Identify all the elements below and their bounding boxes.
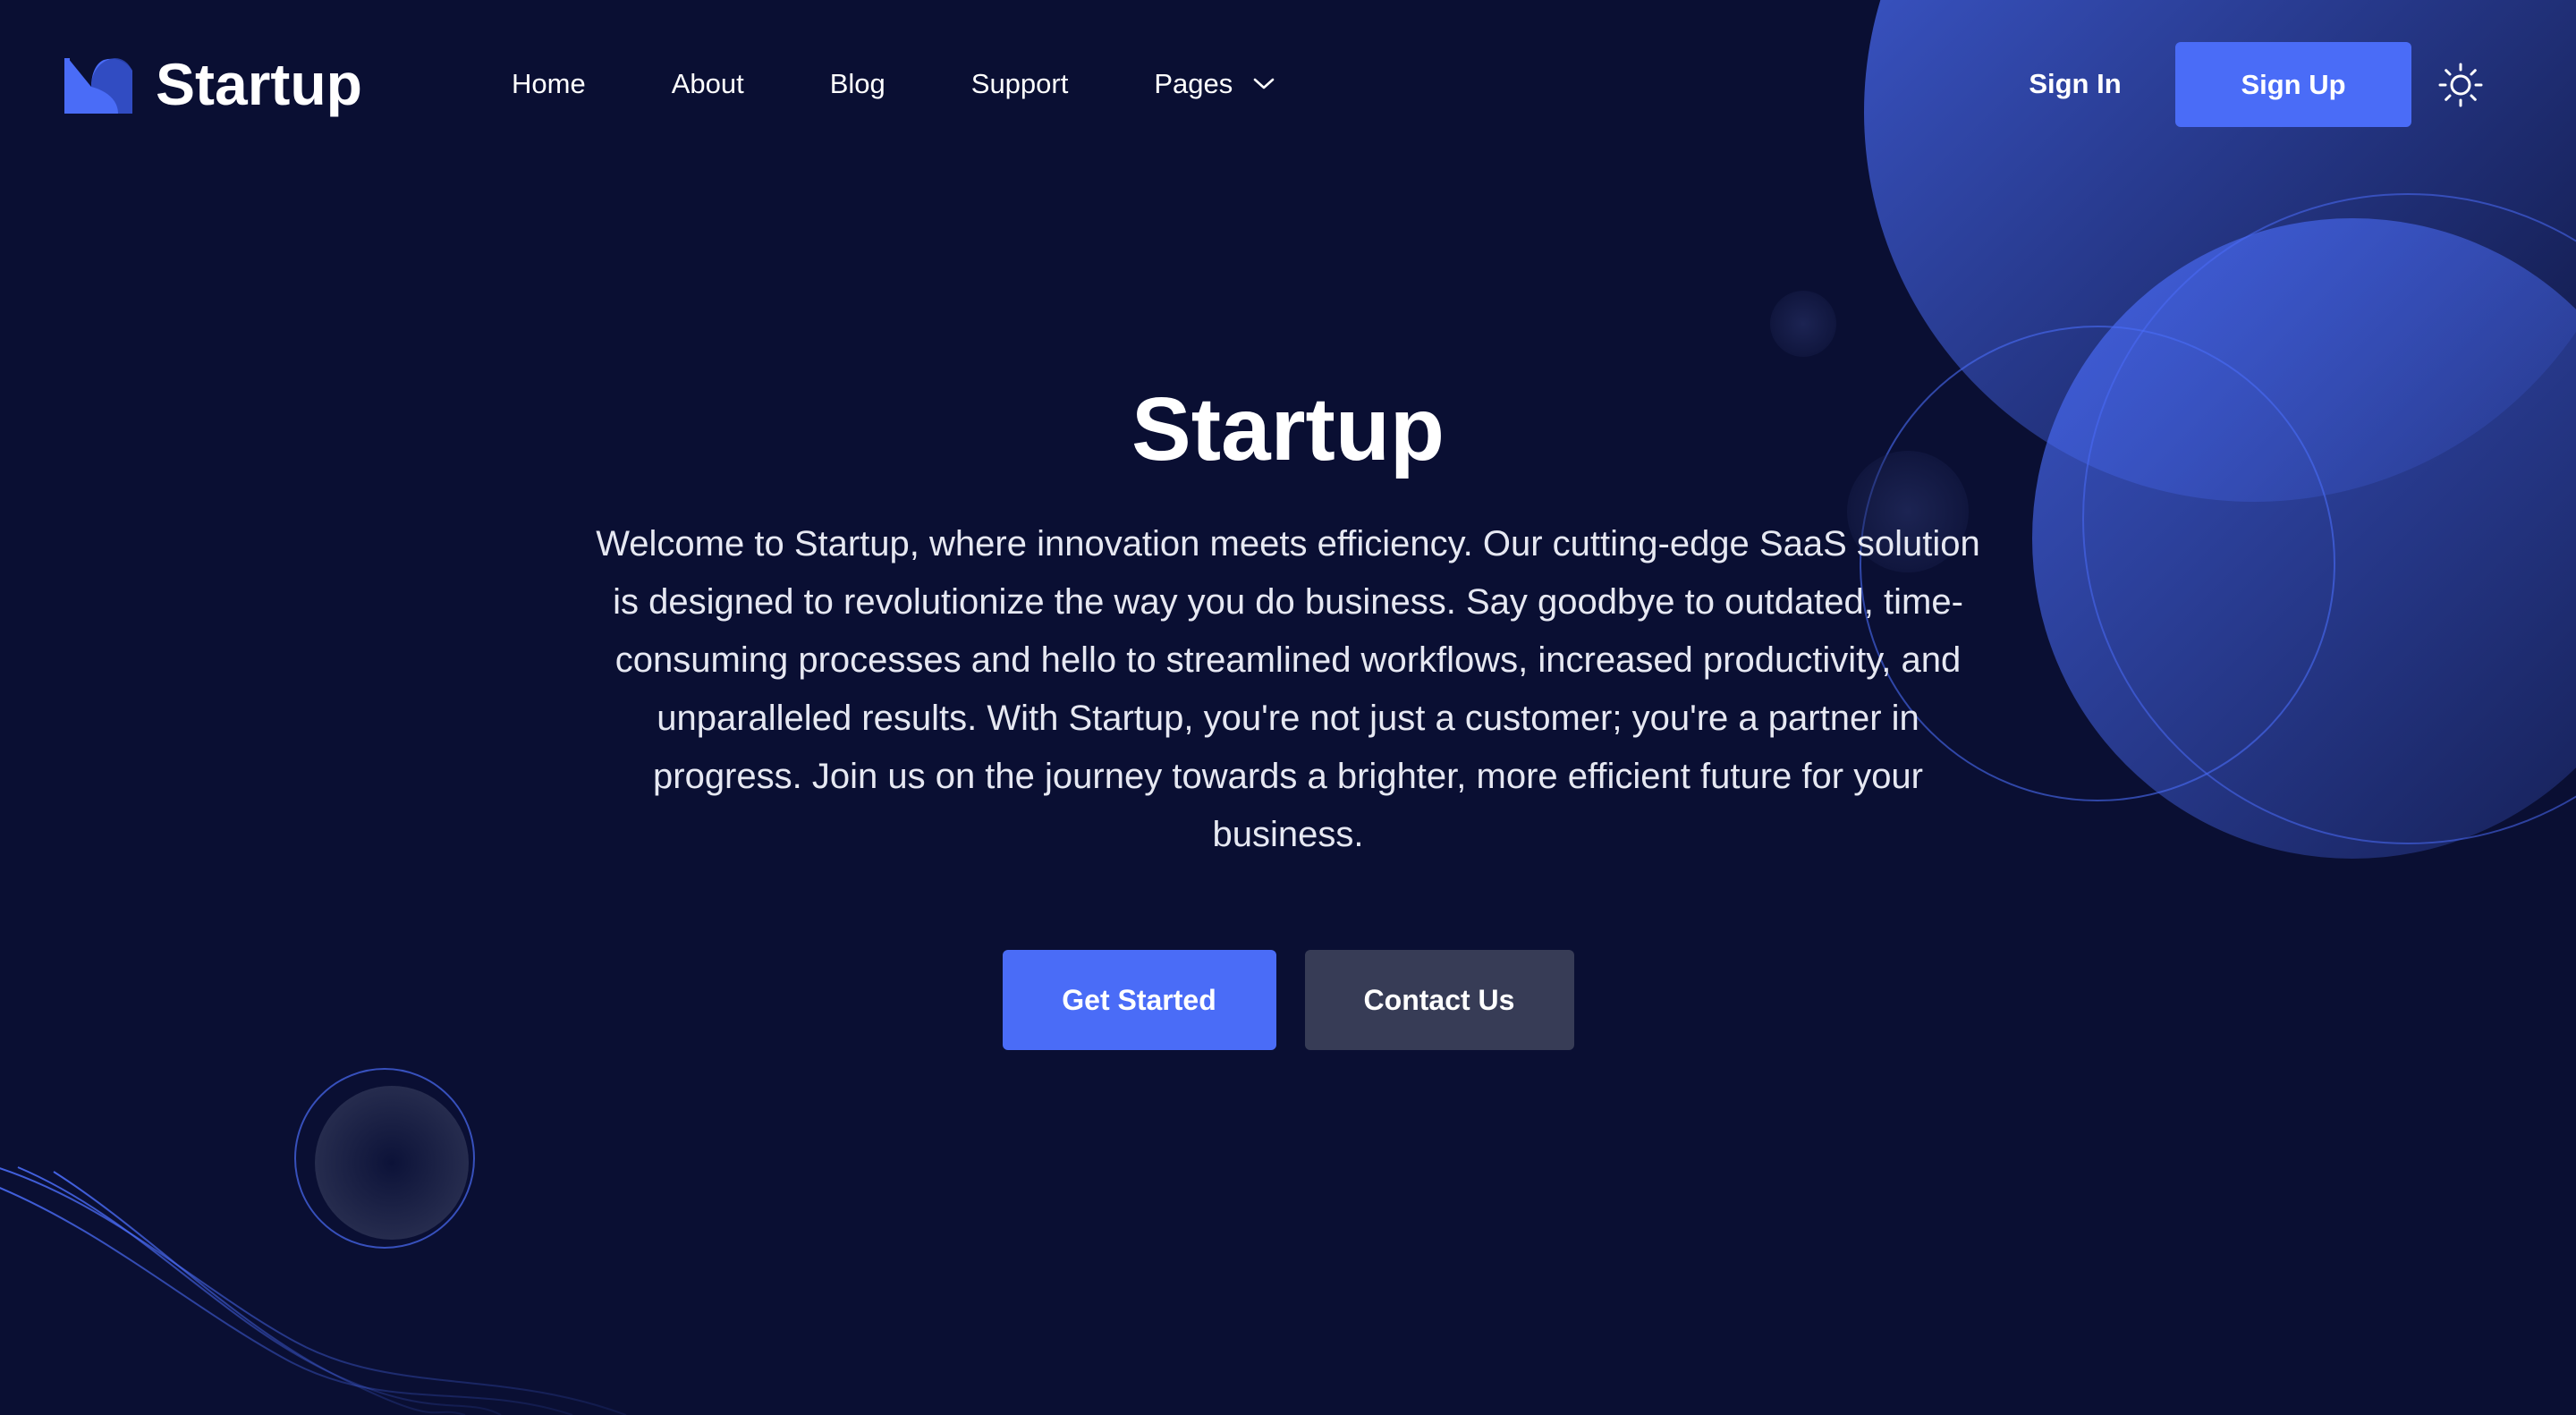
nav-item-pages-label: Pages [1154, 68, 1233, 99]
sign-up-button[interactable]: Sign Up [2175, 42, 2411, 127]
logo-link[interactable]: Startup [64, 50, 362, 118]
hero-description: Welcome to Startup, where innovation mee… [596, 524, 1980, 854]
nav-item-home[interactable]: Home [512, 59, 586, 109]
chevron-down-icon [1233, 77, 1275, 91]
theme-toggle-button[interactable] [2438, 63, 2483, 107]
decor-left-dot [315, 1086, 469, 1240]
sign-in-link[interactable]: Sign In [2004, 59, 2147, 109]
nav-item-blog[interactable]: Blog [830, 59, 886, 109]
contact-us-button[interactable]: Contact Us [1304, 950, 1574, 1050]
site-header: Startup Home About Blog Support Pages Si… [0, 0, 2576, 170]
hero-title: Startup [1131, 379, 1445, 479]
logo-text: Startup [156, 51, 362, 117]
nav-item-pages[interactable]: Pages [1154, 59, 1275, 109]
hero-section: Startup Welcome to Startup, where innova… [0, 358, 2576, 1050]
page: Startup Home About Blog Support Pages Si… [0, 0, 2576, 1415]
startup-logo-icon [64, 55, 132, 114]
nav-item-about[interactable]: About [672, 59, 744, 109]
hero-buttons: Get Started Contact Us [0, 950, 2576, 1050]
decor-left-ring [294, 1068, 475, 1249]
sun-icon [2438, 63, 2483, 107]
decor-dot-top [1770, 291, 1836, 357]
main-nav: Home About Blog Support Pages [512, 59, 1361, 109]
nav-item-support[interactable]: Support [971, 59, 1069, 109]
get-started-button[interactable]: Get Started [1002, 950, 1276, 1050]
decor-wave-lines [0, 1166, 627, 1415]
